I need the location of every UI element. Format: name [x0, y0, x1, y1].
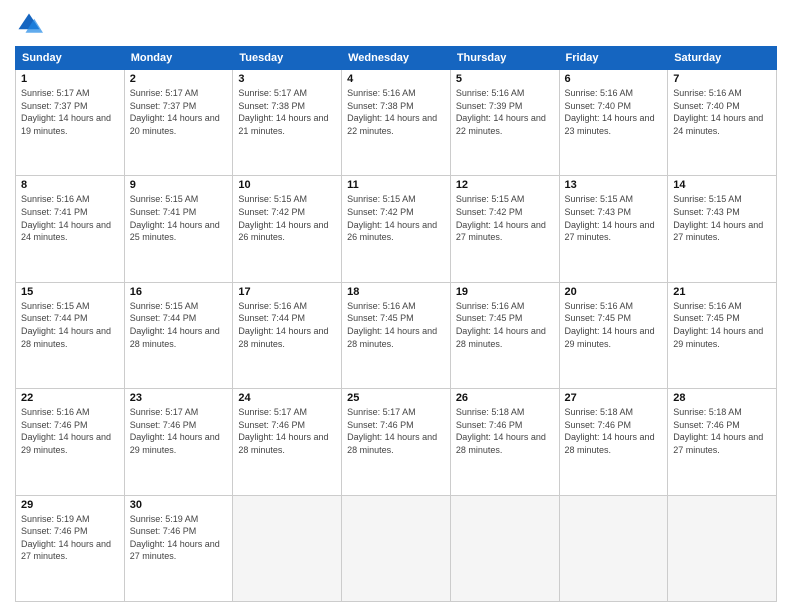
- table-row: 22Sunrise: 5:16 AMSunset: 7:46 PMDayligh…: [16, 389, 125, 495]
- table-row: [450, 495, 559, 601]
- week-row: 15Sunrise: 5:15 AMSunset: 7:44 PMDayligh…: [16, 282, 777, 388]
- week-row: 29Sunrise: 5:19 AMSunset: 7:46 PMDayligh…: [16, 495, 777, 601]
- table-row: 5Sunrise: 5:16 AMSunset: 7:39 PMDaylight…: [450, 70, 559, 176]
- table-row: 17Sunrise: 5:16 AMSunset: 7:44 PMDayligh…: [233, 282, 342, 388]
- table-row: 21Sunrise: 5:16 AMSunset: 7:45 PMDayligh…: [668, 282, 777, 388]
- table-row: 26Sunrise: 5:18 AMSunset: 7:46 PMDayligh…: [450, 389, 559, 495]
- week-row: 1Sunrise: 5:17 AMSunset: 7:37 PMDaylight…: [16, 70, 777, 176]
- table-row: [559, 495, 668, 601]
- table-row: [342, 495, 451, 601]
- table-row: 1Sunrise: 5:17 AMSunset: 7:37 PMDaylight…: [16, 70, 125, 176]
- logo-icon: [15, 10, 43, 38]
- table-row: [233, 495, 342, 601]
- week-row: 22Sunrise: 5:16 AMSunset: 7:46 PMDayligh…: [16, 389, 777, 495]
- table-row: 3Sunrise: 5:17 AMSunset: 7:38 PMDaylight…: [233, 70, 342, 176]
- weekday-header-monday: Monday: [124, 47, 233, 70]
- table-row: 20Sunrise: 5:16 AMSunset: 7:45 PMDayligh…: [559, 282, 668, 388]
- table-row: 24Sunrise: 5:17 AMSunset: 7:46 PMDayligh…: [233, 389, 342, 495]
- table-row: 25Sunrise: 5:17 AMSunset: 7:46 PMDayligh…: [342, 389, 451, 495]
- table-row: 18Sunrise: 5:16 AMSunset: 7:45 PMDayligh…: [342, 282, 451, 388]
- weekday-header-friday: Friday: [559, 47, 668, 70]
- week-row: 8Sunrise: 5:16 AMSunset: 7:41 PMDaylight…: [16, 176, 777, 282]
- page: SundayMondayTuesdayWednesdayThursdayFrid…: [0, 0, 792, 612]
- weekday-header-tuesday: Tuesday: [233, 47, 342, 70]
- table-row: 28Sunrise: 5:18 AMSunset: 7:46 PMDayligh…: [668, 389, 777, 495]
- table-row: 30Sunrise: 5:19 AMSunset: 7:46 PMDayligh…: [124, 495, 233, 601]
- table-row: [668, 495, 777, 601]
- table-row: 8Sunrise: 5:16 AMSunset: 7:41 PMDaylight…: [16, 176, 125, 282]
- table-row: 15Sunrise: 5:15 AMSunset: 7:44 PMDayligh…: [16, 282, 125, 388]
- table-row: 29Sunrise: 5:19 AMSunset: 7:46 PMDayligh…: [16, 495, 125, 601]
- weekday-header-row: SundayMondayTuesdayWednesdayThursdayFrid…: [16, 47, 777, 70]
- logo: [15, 10, 47, 38]
- table-row: 7Sunrise: 5:16 AMSunset: 7:40 PMDaylight…: [668, 70, 777, 176]
- table-row: 14Sunrise: 5:15 AMSunset: 7:43 PMDayligh…: [668, 176, 777, 282]
- weekday-header-thursday: Thursday: [450, 47, 559, 70]
- header: [15, 10, 777, 38]
- table-row: 12Sunrise: 5:15 AMSunset: 7:42 PMDayligh…: [450, 176, 559, 282]
- table-row: 11Sunrise: 5:15 AMSunset: 7:42 PMDayligh…: [342, 176, 451, 282]
- table-row: 6Sunrise: 5:16 AMSunset: 7:40 PMDaylight…: [559, 70, 668, 176]
- table-row: 23Sunrise: 5:17 AMSunset: 7:46 PMDayligh…: [124, 389, 233, 495]
- table-row: 4Sunrise: 5:16 AMSunset: 7:38 PMDaylight…: [342, 70, 451, 176]
- table-row: 2Sunrise: 5:17 AMSunset: 7:37 PMDaylight…: [124, 70, 233, 176]
- table-row: 19Sunrise: 5:16 AMSunset: 7:45 PMDayligh…: [450, 282, 559, 388]
- table-row: 10Sunrise: 5:15 AMSunset: 7:42 PMDayligh…: [233, 176, 342, 282]
- weekday-header-sunday: Sunday: [16, 47, 125, 70]
- table-row: 9Sunrise: 5:15 AMSunset: 7:41 PMDaylight…: [124, 176, 233, 282]
- table-row: 27Sunrise: 5:18 AMSunset: 7:46 PMDayligh…: [559, 389, 668, 495]
- weekday-header-saturday: Saturday: [668, 47, 777, 70]
- calendar-table: SundayMondayTuesdayWednesdayThursdayFrid…: [15, 46, 777, 602]
- table-row: 16Sunrise: 5:15 AMSunset: 7:44 PMDayligh…: [124, 282, 233, 388]
- weekday-header-wednesday: Wednesday: [342, 47, 451, 70]
- table-row: 13Sunrise: 5:15 AMSunset: 7:43 PMDayligh…: [559, 176, 668, 282]
